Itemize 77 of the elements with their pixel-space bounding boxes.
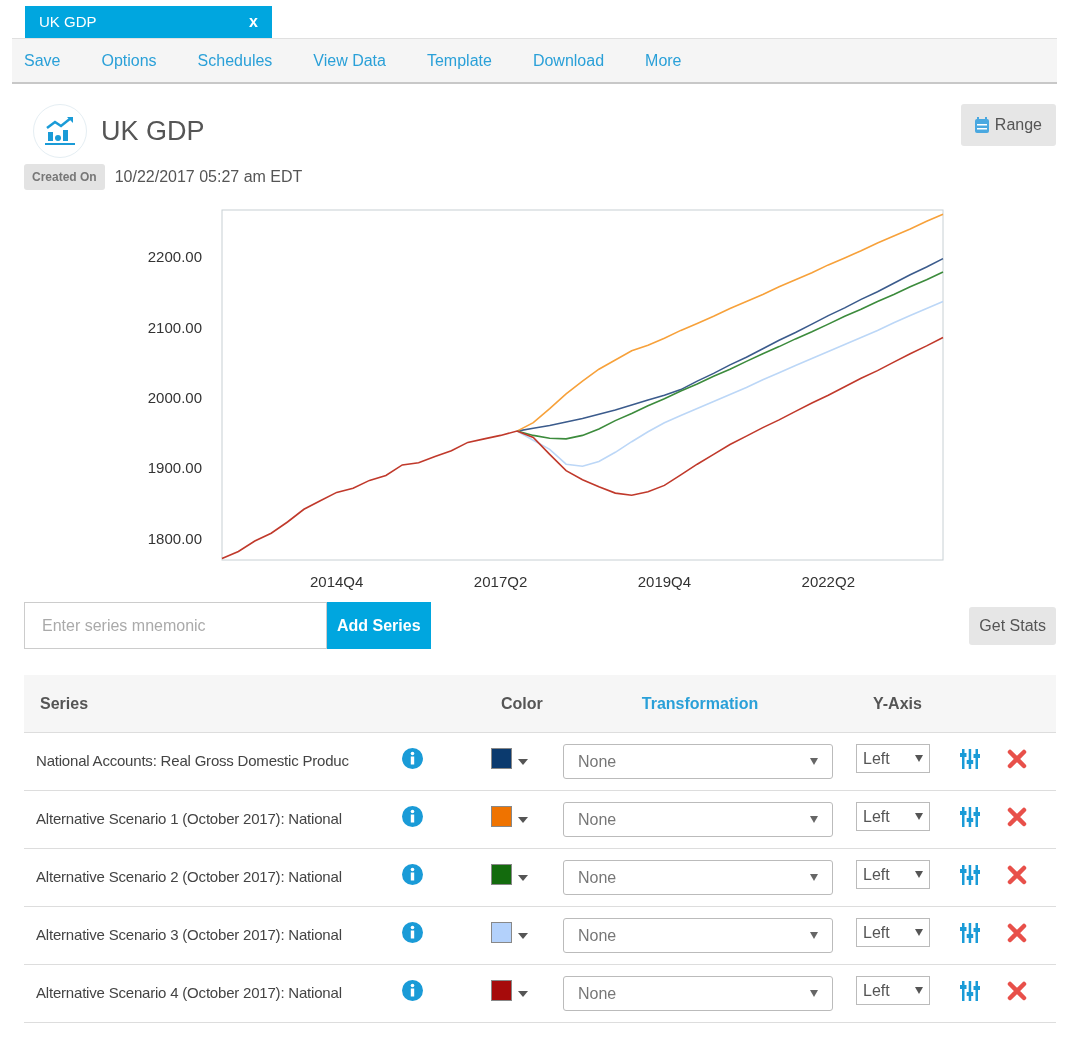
caret-icon	[810, 874, 818, 881]
sliders-icon[interactable]	[960, 806, 980, 827]
column-header: Color	[501, 693, 544, 714]
y-axis-dropdown[interactable]: Left	[856, 860, 930, 889]
caret-icon	[518, 874, 528, 881]
info-icon[interactable]	[402, 806, 423, 827]
series-name: Alternative Scenario 2 (October 2017): National	[35, 867, 343, 888]
transformation-dropdown[interactable]: None	[563, 744, 833, 779]
info-icon[interactable]	[402, 748, 423, 769]
caret-icon	[810, 990, 818, 997]
y-axis-dropdown[interactable]: Left	[856, 918, 930, 947]
delete-icon[interactable]	[1007, 980, 1027, 1001]
menu-item[interactable]: Schedules	[197, 48, 273, 73]
sliders-icon[interactable]	[960, 980, 980, 1001]
series-mnemonic-input[interactable]: Enter series mnemonic	[24, 602, 327, 649]
menu-item[interactable]: Save	[24, 48, 61, 73]
caret-icon	[810, 932, 818, 939]
y-tick-label: 1900.00	[147, 459, 202, 477]
caret-icon	[518, 816, 528, 823]
caret-icon	[915, 813, 923, 820]
column-header[interactable]: Transformation	[561, 691, 839, 716]
delete-icon[interactable]	[1007, 806, 1027, 827]
caret-icon	[915, 929, 923, 936]
transformation-dropdown[interactable]: None	[563, 802, 833, 837]
get-stats-button[interactable]: Get Stats	[969, 606, 1056, 645]
info-icon[interactable]	[402, 864, 423, 885]
x-tick-label: 2014Q4	[310, 573, 364, 590]
caret-icon	[915, 871, 923, 878]
transformation-dropdown[interactable]: None	[563, 976, 833, 1011]
delete-icon[interactable]	[1007, 922, 1027, 943]
y-axis-dropdown[interactable]: Left	[856, 976, 930, 1005]
y-axis-dropdown[interactable]: Left	[856, 744, 930, 773]
caret-icon	[518, 932, 528, 939]
info-icon[interactable]	[402, 980, 423, 1001]
menu-item[interactable]: More	[645, 48, 682, 73]
caret-icon	[810, 816, 818, 823]
menu-item[interactable]: View Data	[313, 48, 386, 73]
series-name: Alternative Scenario 1 (October 2017): National	[35, 809, 343, 830]
menu-item[interactable]: Options	[101, 48, 157, 73]
y-axis-dropdown[interactable]: Left	[856, 802, 930, 831]
document-tab[interactable]: UK GDP x	[25, 6, 272, 38]
chart-logo-icon	[33, 104, 87, 158]
menu-item[interactable]: Download	[532, 48, 605, 73]
x-tick-label: 2019Q4	[637, 573, 692, 590]
tab-close-button[interactable]: x	[249, 10, 258, 34]
y-tick-label: 2000.00	[147, 389, 202, 407]
range-button[interactable]: Range	[960, 104, 1056, 146]
delete-icon[interactable]	[1007, 748, 1027, 769]
info-icon[interactable]	[402, 922, 423, 943]
caret-icon	[810, 758, 818, 765]
y-tick-label: 1800.00	[147, 529, 202, 547]
delete-icon[interactable]	[1007, 864, 1027, 885]
add-series-button[interactable]: Add Series	[327, 602, 431, 649]
y-tick-label: 2200.00	[147, 248, 202, 266]
caret-icon	[518, 758, 528, 765]
menu-item[interactable]: Template	[426, 48, 492, 73]
calendar-icon	[974, 117, 989, 133]
chart-title: UK GDP	[101, 114, 205, 148]
sliders-icon[interactable]	[960, 748, 980, 769]
tab-title: UK GDP	[39, 11, 97, 32]
created-date: 10/22/2017 05:27 am EDT	[114, 167, 303, 187]
sliders-icon[interactable]	[960, 864, 980, 885]
series-name: Alternative Scenario 4 (October 2017): National	[35, 983, 343, 1004]
x-tick-label: 2017Q2	[473, 573, 528, 590]
y-tick-label: 2100.00	[147, 318, 202, 336]
transformation-dropdown[interactable]: None	[563, 918, 833, 953]
x-tick-label: 2022Q2	[801, 573, 855, 590]
series-name: National Accounts: Real Gross Domestic Produc	[35, 751, 350, 772]
caret-icon	[915, 987, 923, 994]
caret-icon	[915, 755, 923, 762]
column-header: Series	[39, 693, 90, 714]
column-header: Y-Axis	[872, 693, 922, 714]
transformation-dropdown[interactable]: None	[563, 860, 833, 895]
sliders-icon[interactable]	[960, 922, 980, 943]
caret-icon	[518, 990, 528, 997]
created-on-badge: Created On	[24, 164, 105, 190]
series-name: Alternative Scenario 3 (October 2017): National	[35, 925, 343, 946]
